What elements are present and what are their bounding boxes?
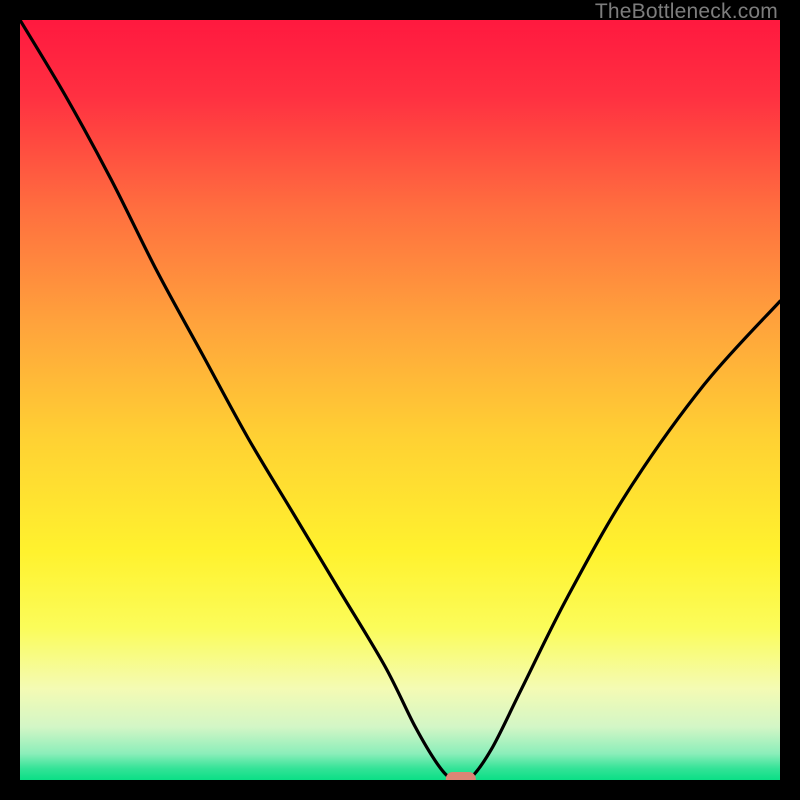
optimal-marker: [446, 772, 476, 780]
bottleneck-chart: [20, 20, 780, 780]
chart-frame: [20, 20, 780, 780]
chart-background: [20, 20, 780, 780]
watermark-text: TheBottleneck.com: [595, 0, 778, 24]
